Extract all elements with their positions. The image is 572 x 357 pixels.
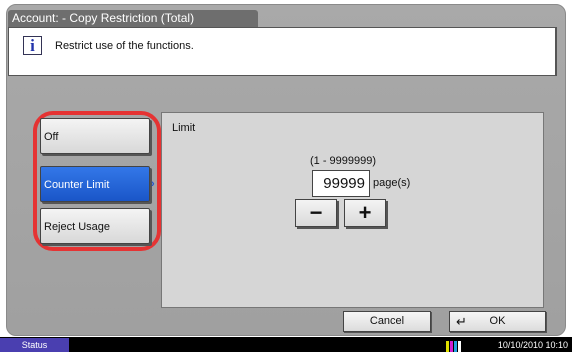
info-box: i Restrict use of the functions. [8, 27, 557, 76]
cancel-button[interactable]: Cancel [343, 311, 431, 332]
off-button[interactable]: Off [40, 118, 150, 154]
limit-panel: Limit (1 - 9999999) 99999 page(s) − + [161, 112, 544, 308]
limit-value-field[interactable]: 99999 [312, 170, 370, 197]
window-title: Account: - Copy Restriction (Total) [8, 10, 258, 27]
counter-limit-button[interactable]: Counter Limit [40, 166, 150, 202]
reject-usage-button[interactable]: Reject Usage [40, 208, 150, 244]
ok-button[interactable]: ↵ OK [449, 311, 546, 332]
info-message: Restrict use of the functions. [55, 40, 194, 52]
datetime: 10/10/2010 10:10 [497, 340, 568, 350]
increment-button[interactable]: + [344, 199, 386, 227]
status-button[interactable]: Status [0, 338, 69, 352]
ok-label: OK [489, 315, 506, 327]
limit-title: Limit [172, 122, 196, 134]
limit-range: (1 - 9999999) [310, 155, 377, 167]
enter-icon: ↵ [456, 314, 467, 329]
limit-unit: page(s) [373, 177, 411, 189]
toner-level-icon [446, 339, 464, 352]
info-icon: i [23, 36, 42, 55]
selection-pointer-icon: › [151, 178, 155, 190]
decrement-button[interactable]: − [295, 199, 337, 227]
status-bar: Status 10/10/2010 10:10 [0, 337, 572, 352]
